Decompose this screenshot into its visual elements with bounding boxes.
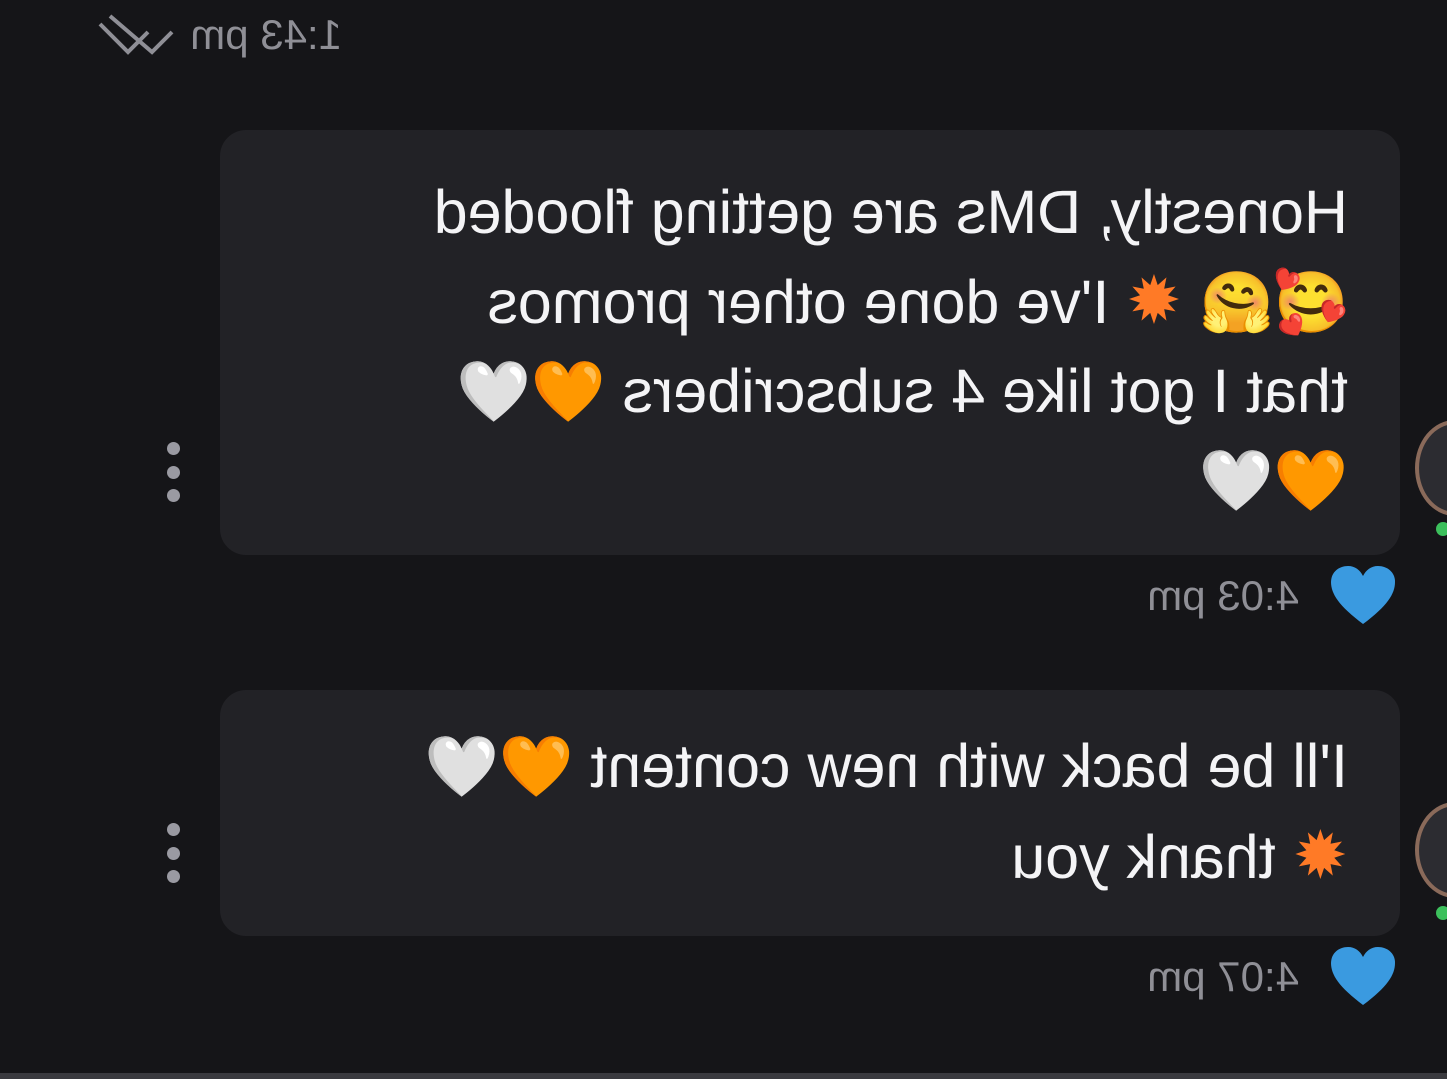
message-line: ✹ thank you (276, 811, 1348, 901)
dot (167, 846, 181, 860)
message-time: 1:43 pm (190, 11, 342, 58)
message-time: 4:07 pm (1147, 953, 1299, 1000)
dot (167, 489, 181, 502)
avatar[interactable] (1415, 420, 1447, 516)
message-bubble[interactable]: Honestly, DMs are getting flooded 🥰🤗 ✹ I… (220, 130, 1400, 555)
message-text: Honestly, DMs are getting flooded (433, 178, 1348, 246)
blue-heart-reaction-icon[interactable] (1329, 564, 1397, 628)
blue-heart-reaction-icon[interactable] (1329, 945, 1397, 1009)
message-text: that I got like 4 subscribers (605, 357, 1348, 425)
online-status-dot (1436, 522, 1447, 536)
previous-message-meta: 1:43 pm (42, 10, 342, 60)
orange-white-hearts-emoji: 🧡🤍 (1198, 447, 1348, 514)
message-meta: 4:07 pm (1147, 942, 1397, 1012)
online-status-dot (1436, 906, 1447, 920)
smiling-hearts-hug-emoji: 🥰🤗 (1198, 269, 1348, 336)
dot (167, 442, 181, 455)
message-line: 🥰🤗 ✹ I've done other promos (276, 256, 1348, 347)
bottom-divider (0, 1073, 1447, 1079)
message-meta: 4:03 pm (1147, 561, 1397, 631)
message-text: I've done other promos (487, 268, 1127, 336)
chat-content: 1:43 pm Honestly, DMs are getting floode… (0, 0, 1447, 1079)
dot (167, 823, 181, 836)
message-options-button[interactable] (161, 823, 187, 883)
message-line: I'll be back with new content 🧡🤍 (276, 722, 1348, 811)
message-line: 🧡🤍 (276, 436, 1348, 525)
dot (167, 465, 181, 479)
avatar[interactable] (1415, 802, 1447, 898)
message-line: that I got like 4 subscribers 🧡🤍 (276, 347, 1348, 436)
chat-screen: 1:43 pm Honestly, DMs are getting floode… (0, 0, 1447, 1079)
message-options-button[interactable] (161, 442, 187, 502)
orange-white-hearts-emoji: 🧡🤍 (424, 733, 574, 800)
message-line: Honestly, DMs are getting flooded (276, 168, 1348, 256)
message-time: 4:03 pm (1147, 572, 1299, 619)
collision-emoji: ✹ (1292, 818, 1348, 892)
collision-emoji: ✹ (1126, 263, 1182, 337)
message-text: I'll be back with new content (573, 732, 1348, 800)
message-text: thank you (1011, 823, 1293, 891)
orange-white-hearts-emoji: 🧡🤍 (456, 358, 606, 425)
dot (167, 870, 181, 883)
double-check-icon (98, 14, 174, 55)
message-bubble[interactable]: I'll be back with new content 🧡🤍 ✹ thank… (220, 690, 1400, 936)
